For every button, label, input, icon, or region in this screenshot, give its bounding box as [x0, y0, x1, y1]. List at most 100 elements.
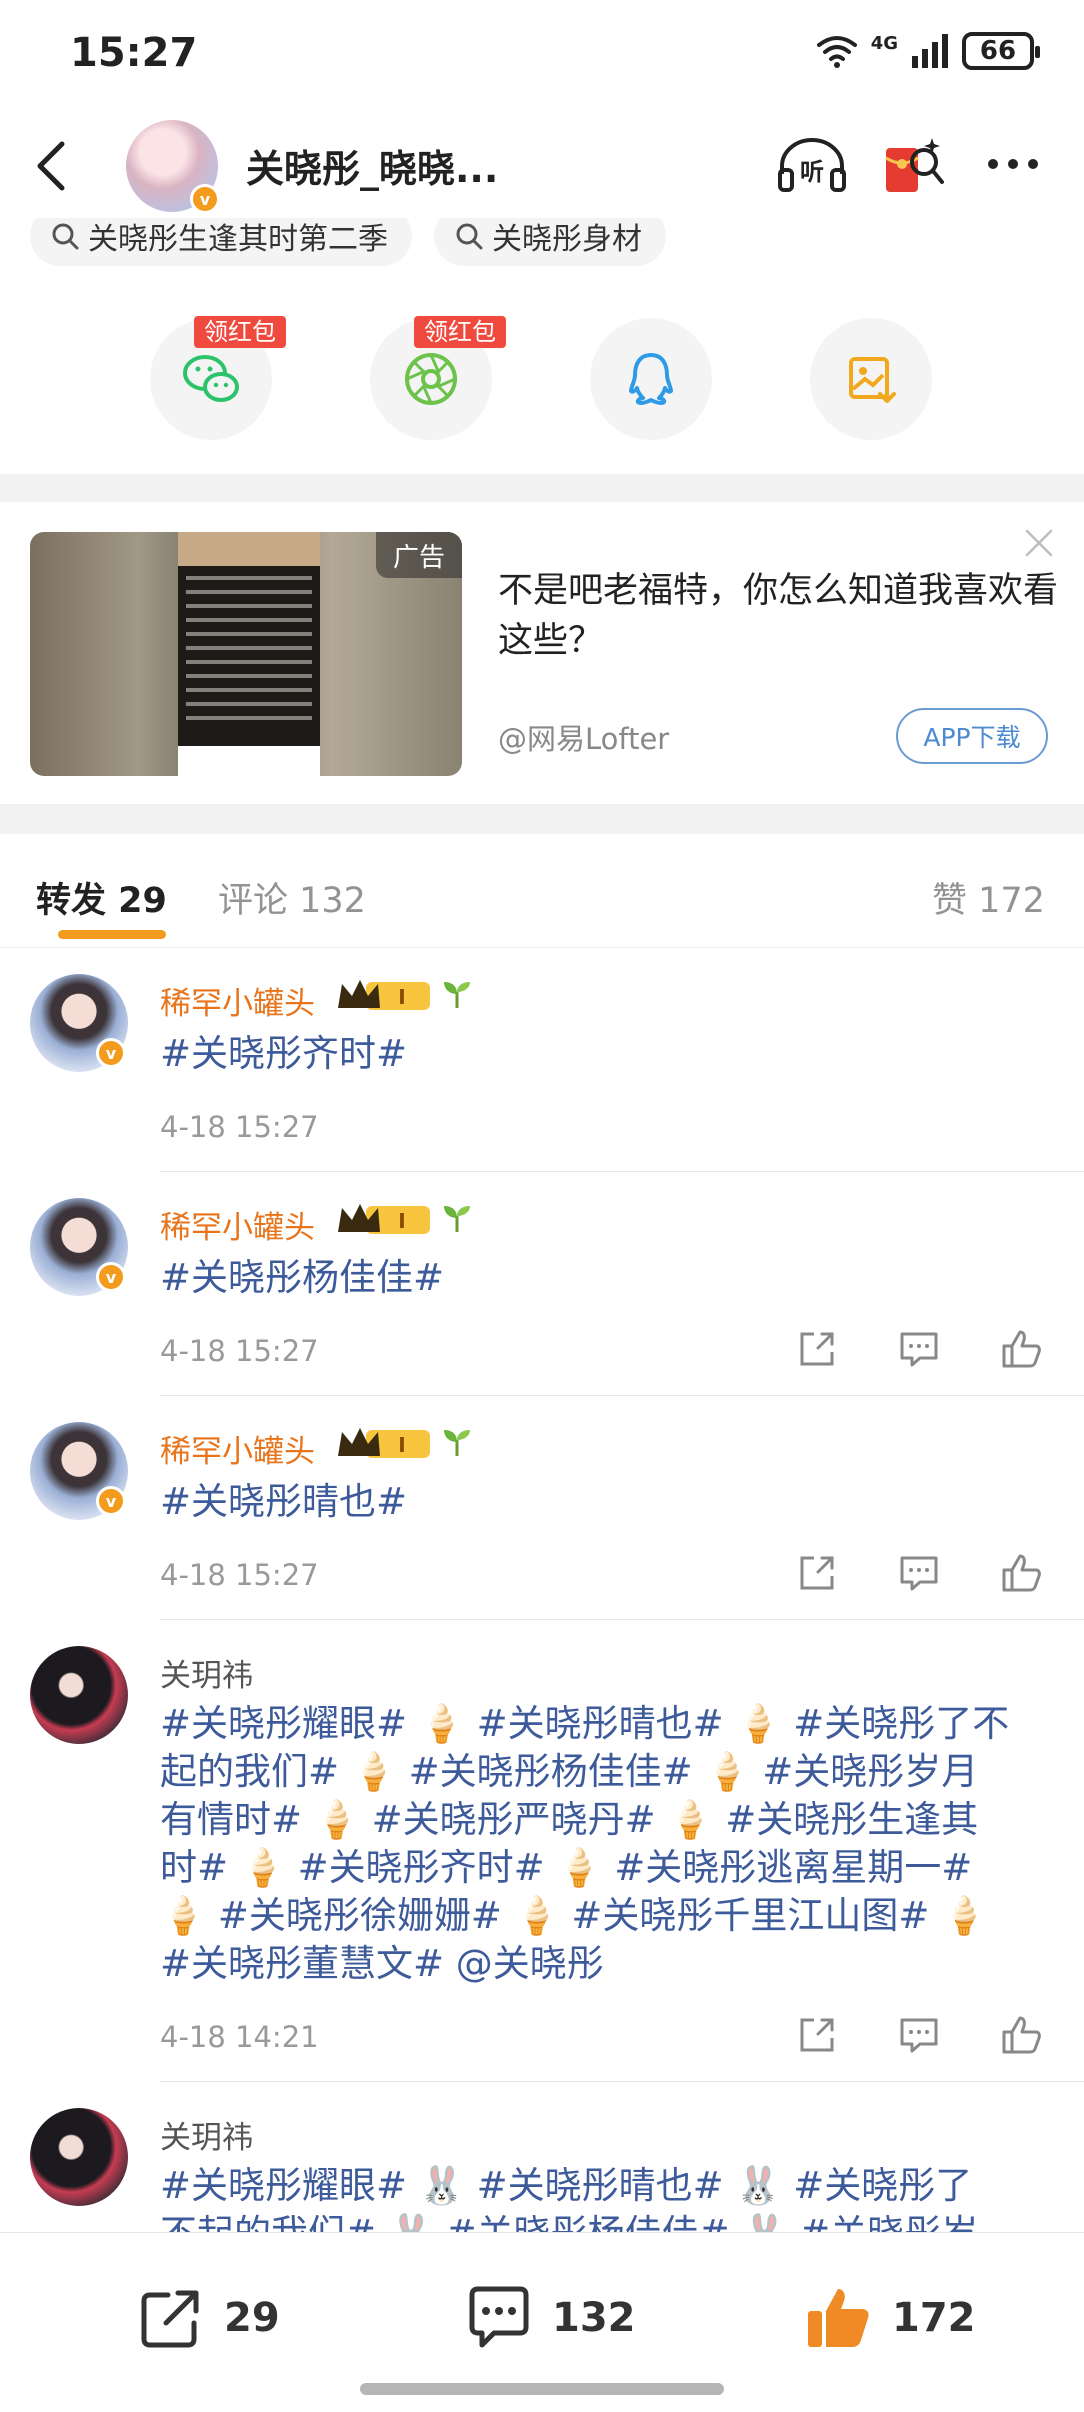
section-divider [0, 804, 1084, 834]
share-row: 领红包 领红包 [150, 316, 932, 442]
interaction-tabs: 转发 29 评论 132 赞 172 [0, 834, 1084, 948]
wechat-icon [183, 355, 239, 402]
back-arrow-icon[interactable] [30, 138, 74, 194]
share-icon[interactable] [796, 1328, 838, 1370]
ad-image[interactable]: 广告 [30, 532, 462, 776]
repost-item[interactable]: v 稀罕小罐头 I #关晓彤晴也# 4-18 15:27 [0, 1396, 1084, 1620]
repost-item[interactable]: v 稀罕小罐头 I #关晓彤杨佳佳# 4-18 15:27 [0, 1172, 1084, 1396]
vip-crown-icon: I [338, 1428, 430, 1458]
moments-icon [405, 353, 457, 405]
verified-badge-icon: v [96, 1262, 126, 1292]
repost-text[interactable]: #关晓彤耀眼# 🐰 #关晓彤晴也# 🐰 #关晓彤了 不起的我们# 🐰 #关晓彤杨… [160, 2162, 1060, 2232]
status-bar: 15:27 4G 66 [0, 0, 1084, 110]
repost-text[interactable]: #关晓彤耀眼# 🍦 #关晓彤晴也# 🍦 #关晓彤了不 起的我们# 🍦 #关晓彤杨… [160, 1700, 1060, 1988]
ad-title[interactable]: 不是吧老福特，你怎么知道我喜欢看这些？ [498, 566, 1058, 666]
verified-badge-icon: v [96, 1486, 126, 1516]
top-nav-bar-overlay: v 关晓彤_晓晓... 听 [0, 110, 1084, 220]
user-avatar[interactable]: v [126, 120, 220, 214]
repost-text-line: #关晓彤耀眼# 🐰 #关晓彤晴也# 🐰 #关晓彤了 [160, 2164, 973, 2207]
user-name[interactable]: 关玥祎 [160, 2112, 253, 2157]
repost-count: 29 [224, 2295, 280, 2341]
sprout-icon [444, 1206, 470, 1232]
bottom-action-bar: 29 132 172 [0, 2232, 1084, 2412]
svg-text:I: I [398, 1209, 405, 1233]
avatar[interactable] [30, 2108, 128, 2206]
user-name-title[interactable]: 关晓彤_晓晓... [246, 138, 498, 193]
wifi-icon [816, 36, 857, 68]
save-image-button[interactable] [810, 318, 932, 440]
search-icon [52, 223, 79, 250]
section-divider [0, 474, 1084, 502]
listen-icon[interactable]: 听 [776, 136, 848, 196]
more-options-icon[interactable] [985, 156, 1041, 172]
ad-card[interactable]: 广告 不是吧老福特，你怎么知道我喜欢看这些？ @网易Lofter APP下载 [0, 502, 1084, 804]
item-actions [796, 2014, 1042, 2056]
search-icon [456, 223, 483, 250]
app-download-button[interactable]: APP下载 [896, 708, 1048, 764]
like-filled-icon [808, 2289, 869, 2347]
avatar[interactable]: v [30, 974, 128, 1072]
svg-text:I: I [398, 1433, 405, 1457]
repost-text-line: 不起的我们# 🐰 #关晓彤杨佳佳# 🐰 #关晓彤岁 [160, 2210, 1060, 2232]
tab-repost[interactable]: 转发 29 [36, 872, 167, 923]
repost-item[interactable]: 关玥祎 #关晓彤耀眼# 🐰 #关晓彤晴也# 🐰 #关晓彤了 不起的我们# 🐰 #… [0, 2082, 1084, 2232]
active-tab-indicator [58, 930, 166, 939]
share-icon[interactable] [796, 1552, 838, 1594]
comment-icon[interactable] [898, 1328, 940, 1370]
repost-text-line: #关晓彤董慧文# @关晓彤 [160, 1942, 604, 1985]
search-chip-label: 关晓彤生逢其时第二季 [88, 222, 388, 257]
repost-text-line: 有情时# 🍦 #关晓彤严晓丹# 🍦 #关晓彤生逢其 [160, 1798, 979, 1841]
tab-like[interactable]: 赞 172 [932, 872, 1045, 923]
item-actions [796, 1328, 1042, 1370]
red-packet-badge: 领红包 [414, 316, 506, 348]
like-icon[interactable] [1000, 2014, 1042, 2056]
close-icon[interactable] [1024, 528, 1054, 558]
like-icon[interactable] [1000, 1328, 1042, 1370]
sprout-icon [444, 1430, 470, 1456]
repost-text[interactable]: #关晓彤杨佳佳# [160, 1254, 1060, 1302]
like-icon[interactable] [1000, 1552, 1042, 1594]
home-indicator[interactable] [360, 2383, 724, 2395]
repost-text-line: 起的我们# 🍦 #关晓彤杨佳佳# 🍦 #关晓彤岁月 [160, 1750, 979, 1793]
status-icons: 4G 66 [815, 32, 1040, 70]
verified-badge-icon: v [96, 1038, 126, 1068]
comment-icon [469, 2286, 529, 2348]
comment-icon[interactable] [898, 2014, 940, 2056]
repost-item[interactable]: v 稀罕小罐头 I #关晓彤齐时# 4-18 15:27 [0, 948, 1084, 1172]
ad-phone-screenshot [178, 532, 320, 776]
post-time: 4-18 15:27 [160, 1110, 319, 1144]
user-name[interactable]: 稀罕小罐头 [160, 978, 315, 1023]
red-packet-icon[interactable] [884, 132, 946, 198]
battery-indicator: 66 [962, 32, 1040, 70]
network-type: 4G [870, 33, 898, 54]
share-qq-button[interactable] [590, 318, 712, 440]
user-name[interactable]: 稀罕小罐头 [160, 1202, 315, 1247]
user-name[interactable]: 稀罕小罐头 [160, 1426, 315, 1471]
svg-text:I: I [398, 985, 405, 1009]
share-icon[interactable] [796, 2014, 838, 2056]
ad-label: 广告 [376, 532, 462, 578]
repost-text[interactable]: #关晓彤齐时# [160, 1030, 1060, 1078]
comment-button[interactable]: 132 [464, 2283, 636, 2353]
repost-item[interactable]: 关玥祎 #关晓彤耀眼# 🍦 #关晓彤晴也# 🍦 #关晓彤了不 起的我们# 🍦 #… [0, 1620, 1084, 2082]
status-time: 15:27 [70, 30, 198, 76]
avatar[interactable]: v [30, 1422, 128, 1520]
repost-text-line: 🍦 #关晓彤徐姗姗# 🍦 #关晓彤千里江山图# 🍦 [160, 1894, 988, 1937]
repost-text[interactable]: #关晓彤晴也# [160, 1478, 1060, 1526]
avatar[interactable] [30, 1646, 128, 1744]
signal-icon [912, 34, 948, 68]
ad-source: @网易Lofter [498, 722, 670, 756]
red-packet-badge: 领红包 [194, 316, 286, 348]
user-name[interactable]: 关玥祎 [160, 1650, 253, 1695]
repost-text-line: 时# 🍦 #关晓彤齐时# 🍦 #关晓彤逃离星期一# [160, 1846, 973, 1889]
tab-comment[interactable]: 评论 132 [218, 872, 366, 923]
vip-crown-icon: I [338, 980, 430, 1010]
vip-crown-icon: I [338, 1204, 430, 1234]
item-actions [796, 1552, 1042, 1594]
like-button[interactable]: 172 [804, 2283, 976, 2353]
comment-icon[interactable] [898, 1552, 940, 1594]
repost-button[interactable]: 29 [136, 2283, 280, 2353]
sprout-icon [444, 982, 470, 1008]
avatar[interactable]: v [30, 1198, 128, 1296]
save-image-icon [849, 357, 896, 403]
